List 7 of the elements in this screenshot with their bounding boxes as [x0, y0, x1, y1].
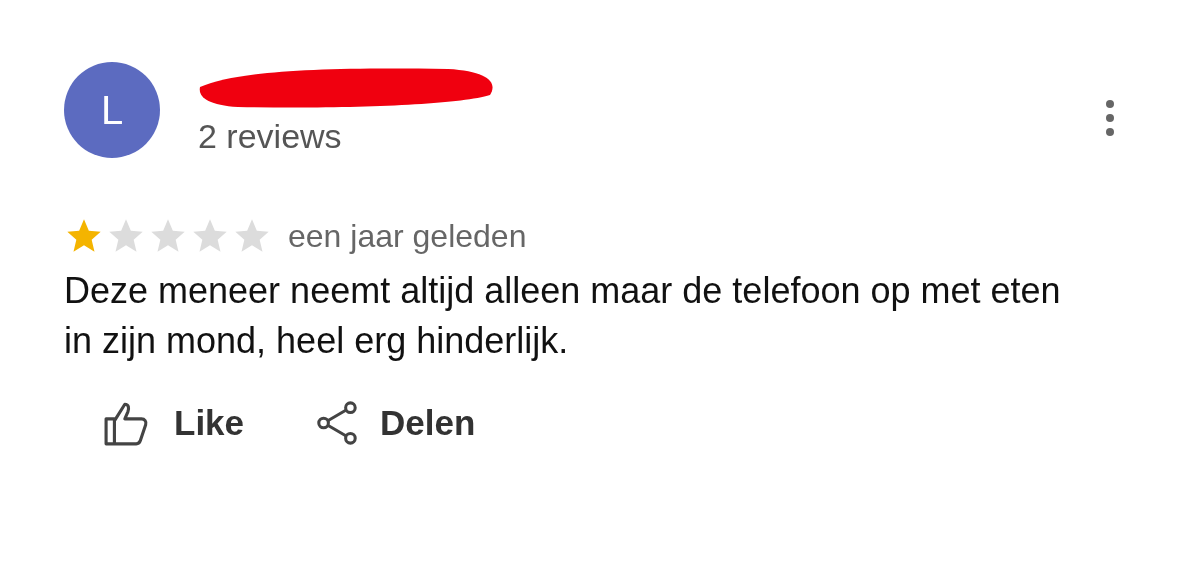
- review-count: 2 reviews: [198, 116, 343, 156]
- review-date: een jaar geleden: [288, 217, 527, 255]
- like-button[interactable]: Like: [104, 400, 245, 446]
- share-button[interactable]: Delen: [314, 400, 476, 446]
- avatar: L: [64, 62, 160, 158]
- more-options-icon[interactable]: [1104, 98, 1116, 138]
- review-text: Deze meneer neemt altijd alleen maar de telefoon op met eten in zijn mond, heel erg hinderlijk.: [64, 269, 1062, 363]
